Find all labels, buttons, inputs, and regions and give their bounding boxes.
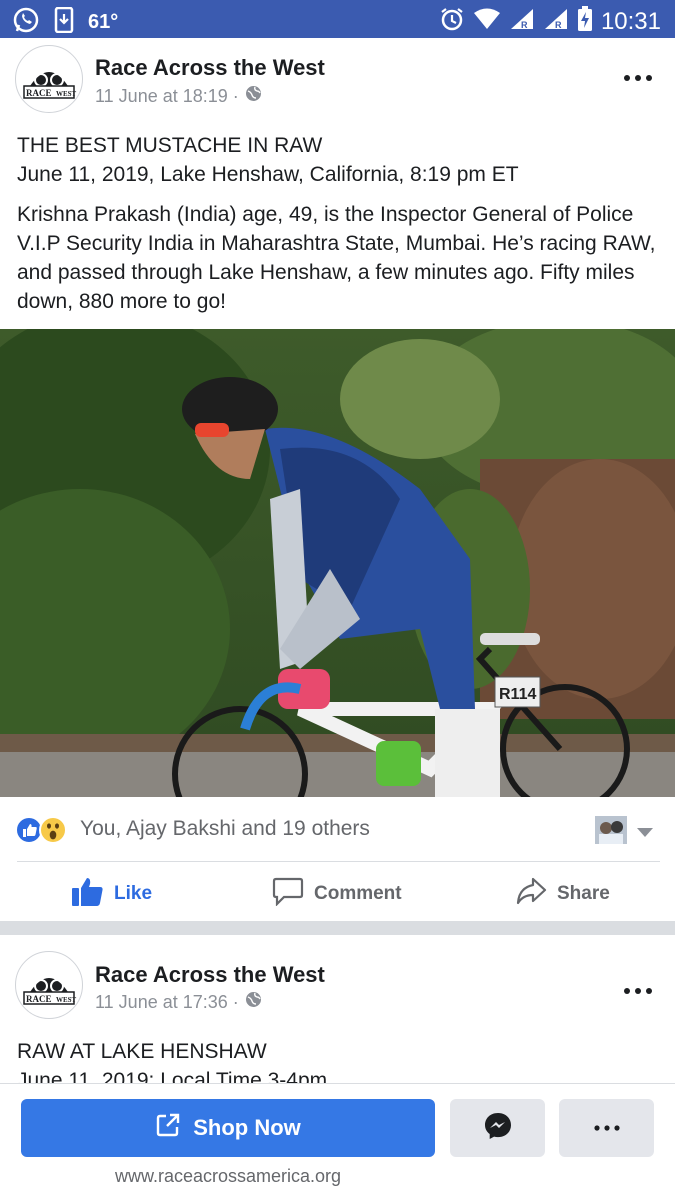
wifi-icon	[473, 7, 501, 36]
svg-text:WEST: WEST	[56, 996, 77, 1004]
svg-text:RACE: RACE	[26, 994, 52, 1004]
svg-text:R: R	[521, 20, 528, 30]
post-actions: Like Comment Share	[0, 864, 675, 916]
signal-icon: R	[543, 7, 569, 36]
messenger-button[interactable]	[450, 1099, 545, 1157]
post-timestamp[interactable]: 11 June at 18:19 ·	[95, 85, 262, 107]
signal-icon: R	[509, 7, 535, 36]
globe-icon	[245, 85, 262, 107]
reaction-summary[interactable]: You, Ajay Bakshi and 19 others	[80, 817, 370, 841]
timestamp-text: 11 June at 17:36 ·	[95, 991, 239, 1012]
alarm-icon	[439, 6, 465, 37]
comment-icon	[272, 876, 304, 912]
page-name[interactable]: Race Across the West	[95, 962, 325, 988]
status-bar: 61° R R 10:31	[0, 0, 675, 38]
share-button[interactable]: Share	[515, 876, 610, 912]
shop-now-label: Shop Now	[193, 1115, 301, 1140]
globe-icon	[245, 991, 262, 1013]
clock-time: 10:31	[600, 7, 661, 35]
comment-label: Comment	[314, 883, 402, 904]
like-icon	[72, 876, 104, 912]
svg-text:R: R	[555, 20, 562, 30]
share-icon	[515, 876, 547, 912]
wow-reaction-icon	[39, 816, 67, 849]
post-headline: RAW AT LAKE HENSHAW	[17, 1040, 267, 1063]
reacted-friend-avatar[interactable]	[595, 816, 627, 849]
battery-charging-icon	[577, 6, 593, 37]
post-body: Krishna Prakash (India) age, 49, is the …	[17, 203, 656, 313]
post-dateline: June 11, 2019: Local Time 3-4pm	[17, 1069, 328, 1083]
like-button[interactable]: Like	[72, 876, 152, 912]
post-options-button[interactable]	[623, 58, 653, 89]
external-link-icon	[155, 1112, 181, 1144]
shop-now-button[interactable]: Shop Now	[21, 1099, 435, 1157]
chevron-down-icon[interactable]	[637, 825, 653, 843]
post-timestamp[interactable]: 11 June at 17:36 ·	[95, 991, 262, 1013]
svg-text:RACE: RACE	[26, 88, 52, 98]
post-separator	[0, 921, 675, 935]
page-avatar[interactable]: RACE WEST	[15, 45, 83, 113]
more-options-button[interactable]	[559, 1099, 654, 1157]
post-dateline: June 11, 2019, Lake Henshaw, California,…	[17, 163, 519, 186]
svg-text:WEST: WEST	[56, 90, 77, 98]
post-photo[interactable]: R114	[0, 329, 675, 797]
share-label: Share	[557, 883, 610, 904]
page-avatar[interactable]: RACE WEST	[15, 951, 83, 1019]
more-icon	[593, 1125, 620, 1131]
svg-text:R114: R114	[499, 686, 536, 703]
divider	[17, 861, 660, 862]
race-logo-icon: RACE WEST	[19, 49, 79, 109]
website-url[interactable]: www.raceacrossamerica.org	[0, 1166, 456, 1187]
whatsapp-icon	[12, 6, 40, 39]
phone-update-icon	[54, 6, 74, 38]
post-options-button[interactable]	[623, 971, 653, 1002]
cta-bar: Shop Now www.raceacrossamerica.org	[0, 1083, 675, 1201]
comment-button[interactable]: Comment	[272, 876, 402, 912]
timestamp-text: 11 June at 18:19 ·	[95, 85, 239, 106]
messenger-icon	[483, 1111, 513, 1146]
post-headline: THE BEST MUSTACHE IN RAW	[17, 134, 323, 157]
page-name[interactable]: Race Across the West	[95, 55, 325, 81]
temperature-text: 61°	[88, 11, 119, 33]
like-label: Like	[114, 883, 153, 904]
cyclist-photo: R114	[0, 329, 675, 797]
race-logo-icon: RACE WEST	[19, 955, 79, 1015]
reactions-bar[interactable]: You, Ajay Bakshi and 19 others	[15, 812, 660, 848]
post-card: RACE WEST Race Across the West 11 June a…	[0, 935, 675, 1083]
